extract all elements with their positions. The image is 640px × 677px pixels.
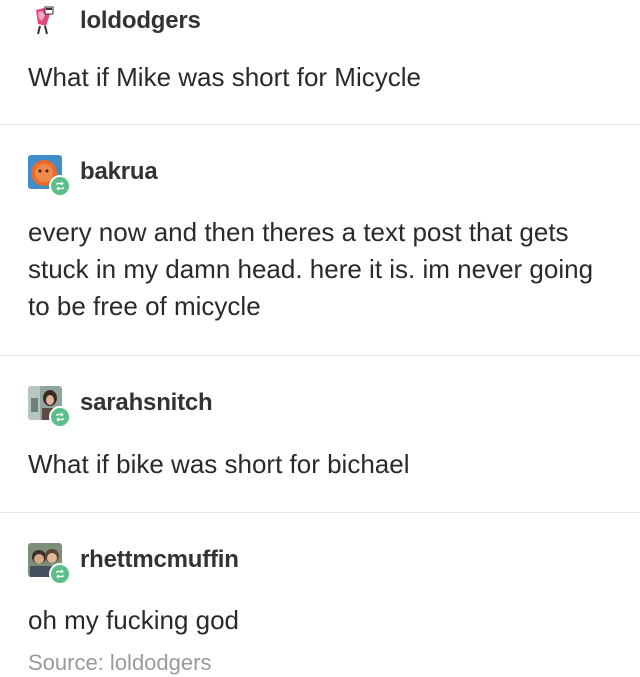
post-bakrua: bakrua every now and then theres a text …: [0, 125, 640, 356]
avatar[interactable]: [28, 543, 71, 585]
post-header: bakrua: [28, 155, 158, 197]
reblog-icon: [49, 406, 71, 428]
avatar[interactable]: [28, 386, 71, 428]
username[interactable]: bakrua: [80, 158, 158, 186]
username[interactable]: rhettmcmuffin: [80, 546, 239, 574]
pink-figure-icon: [28, 4, 62, 38]
reblog-icon: [49, 563, 71, 585]
post-text: every now and then theres a text post th…: [28, 217, 594, 321]
username[interactable]: sarahsnitch: [80, 389, 213, 417]
avatar[interactable]: [28, 155, 71, 197]
post-header: rhettmcmuffin: [28, 543, 239, 585]
post-sarahsnitch: sarahsnitch What if bike was short for b…: [0, 356, 640, 513]
reblog-icon: [49, 175, 71, 197]
username[interactable]: loldodgers: [80, 7, 201, 35]
source-link[interactable]: Source: loldodgers: [28, 650, 211, 676]
post-text: oh my fucking god: [28, 605, 240, 635]
post-header: sarahsnitch: [28, 386, 213, 428]
avatar[interactable]: [28, 4, 62, 38]
post-text: What if Mike was short for Micycle: [28, 62, 421, 92]
post-header: loldodgers: [28, 4, 201, 38]
post-loldodgers: loldodgers What if Mike was short for Mi…: [0, 0, 640, 125]
post-text: What if bike was short for bichael: [28, 449, 410, 479]
